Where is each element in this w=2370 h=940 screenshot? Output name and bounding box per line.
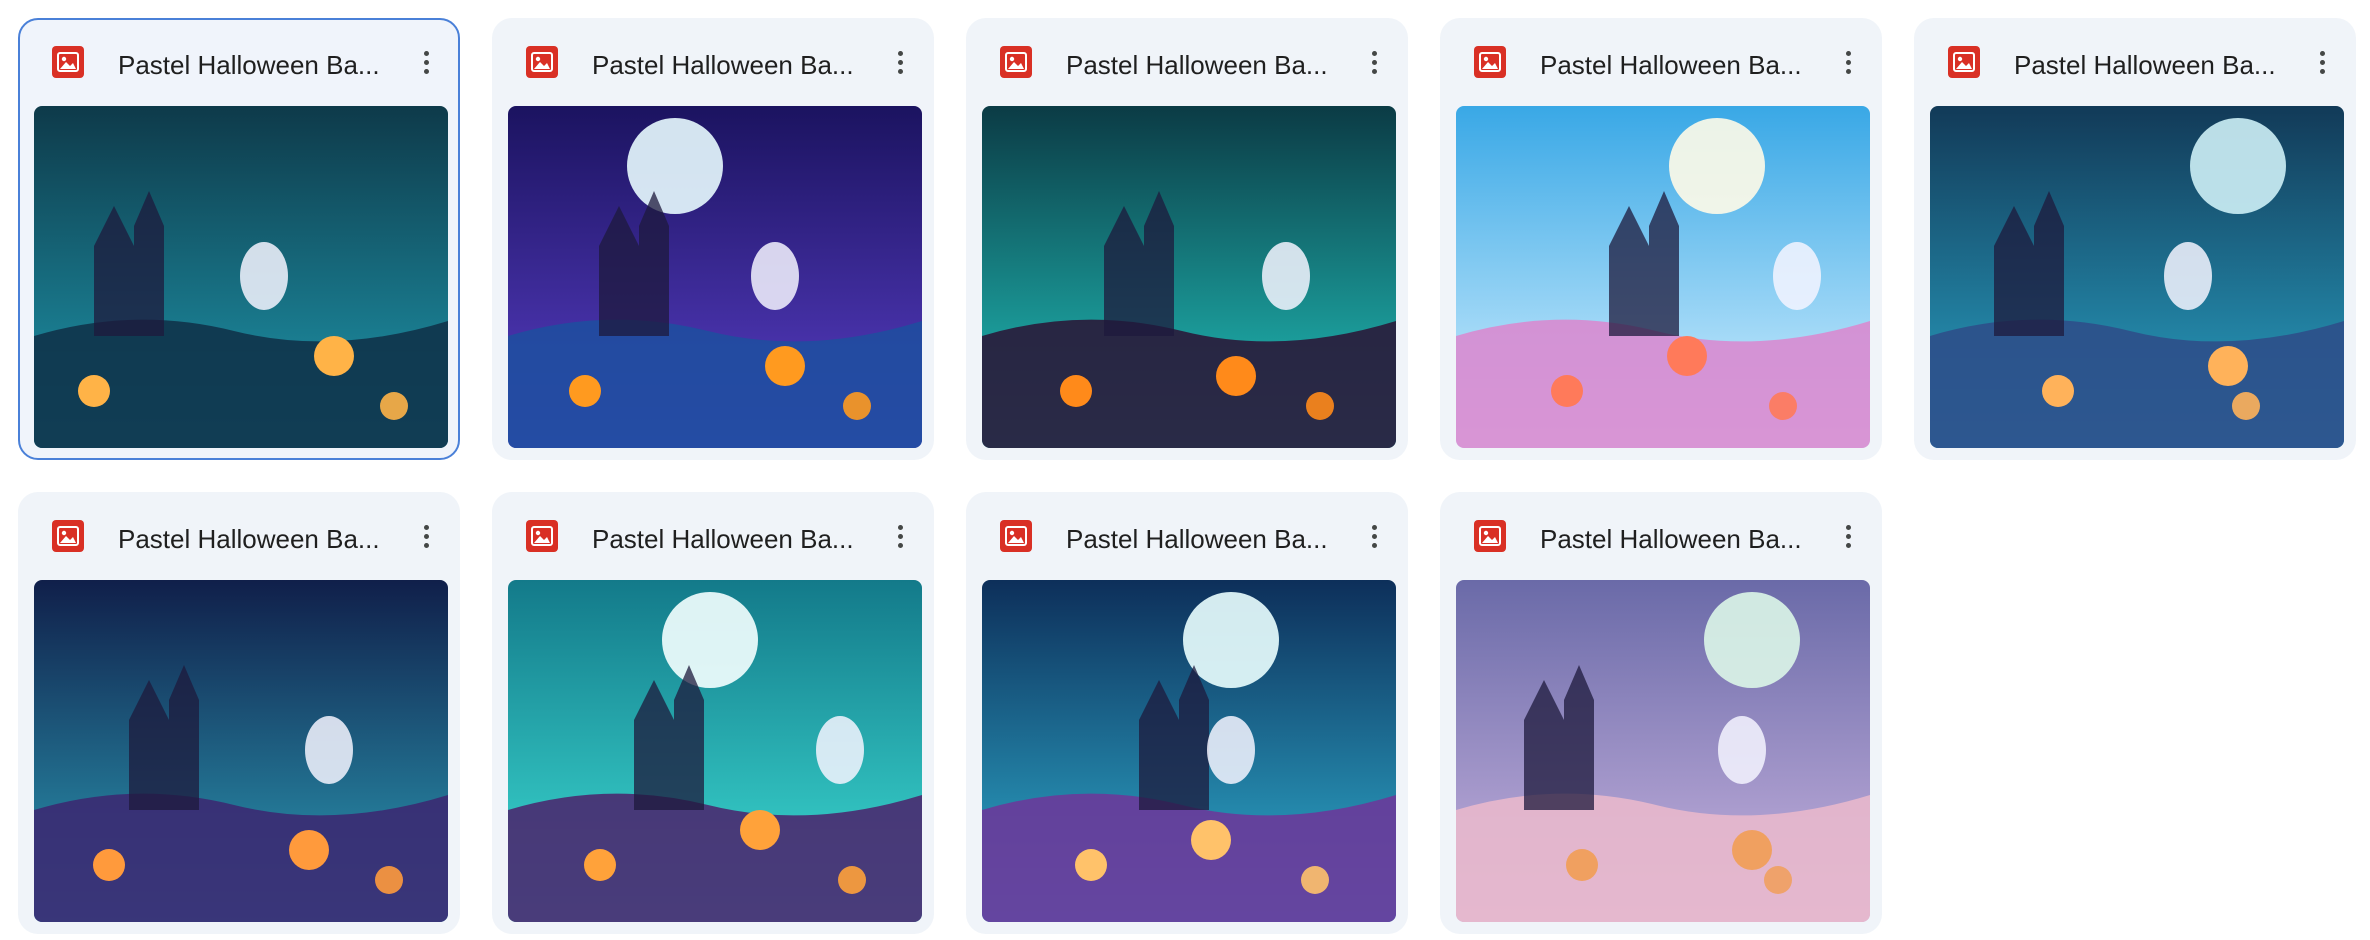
file-card[interactable]: Pastel Halloween Ba... xyxy=(966,492,1408,934)
more-vert-icon[interactable] xyxy=(406,42,446,82)
image-file-icon xyxy=(1000,520,1032,552)
image-file-icon xyxy=(526,520,558,552)
file-thumbnail[interactable] xyxy=(1930,106,2344,448)
image-file-icon xyxy=(1474,46,1506,78)
thumbnail-image xyxy=(1930,106,2344,448)
image-file-icon xyxy=(1000,46,1032,78)
file-card[interactable]: Pastel Halloween Ba... xyxy=(492,492,934,934)
file-title[interactable]: Pastel Halloween Ba... xyxy=(118,522,380,556)
thumbnail-image xyxy=(34,106,448,448)
more-vert-icon[interactable] xyxy=(406,516,446,556)
image-file-icon xyxy=(1948,46,1980,78)
file-thumbnail[interactable] xyxy=(982,580,1396,922)
file-thumbnail[interactable] xyxy=(508,106,922,448)
file-thumbnail[interactable] xyxy=(34,580,448,922)
thumbnail-image xyxy=(982,580,1396,922)
more-vert-icon[interactable] xyxy=(880,516,920,556)
file-card[interactable]: Pastel Halloween Ba... xyxy=(18,18,460,460)
thumbnail-image xyxy=(508,106,922,448)
image-file-icon xyxy=(1474,520,1506,552)
file-title[interactable]: Pastel Halloween Ba... xyxy=(1066,48,1328,82)
file-card[interactable]: Pastel Halloween Ba... xyxy=(1440,492,1882,934)
more-vert-icon[interactable] xyxy=(880,42,920,82)
thumbnail-image xyxy=(34,580,448,922)
file-thumbnail[interactable] xyxy=(1456,106,1870,448)
file-thumbnail[interactable] xyxy=(1456,580,1870,922)
thumbnail-image xyxy=(1456,106,1870,448)
thumbnail-image xyxy=(508,580,922,922)
file-title[interactable]: Pastel Halloween Ba... xyxy=(118,48,380,82)
file-thumbnail[interactable] xyxy=(982,106,1396,448)
file-title[interactable]: Pastel Halloween Ba... xyxy=(1540,48,1802,82)
file-title[interactable]: Pastel Halloween Ba... xyxy=(2014,48,2276,82)
file-title[interactable]: Pastel Halloween Ba... xyxy=(592,522,854,556)
thumbnail-image xyxy=(982,106,1396,448)
more-vert-icon[interactable] xyxy=(1354,516,1394,556)
file-card[interactable]: Pastel Halloween Ba... xyxy=(1914,18,2356,460)
more-vert-icon[interactable] xyxy=(1354,42,1394,82)
thumbnail-image xyxy=(1456,580,1870,922)
file-card[interactable]: Pastel Halloween Ba... xyxy=(492,18,934,460)
file-grid: Pastel Halloween Ba... Pastel Halloween B… xyxy=(0,0,2370,940)
file-thumbnail[interactable] xyxy=(34,106,448,448)
file-thumbnail[interactable] xyxy=(508,580,922,922)
image-file-icon xyxy=(52,46,84,78)
file-title[interactable]: Pastel Halloween Ba... xyxy=(1540,522,1802,556)
file-card[interactable]: Pastel Halloween Ba... xyxy=(1440,18,1882,460)
more-vert-icon[interactable] xyxy=(1828,42,1868,82)
file-title[interactable]: Pastel Halloween Ba... xyxy=(592,48,854,82)
file-card[interactable]: Pastel Halloween Ba... xyxy=(18,492,460,934)
file-title[interactable]: Pastel Halloween Ba... xyxy=(1066,522,1328,556)
image-file-icon xyxy=(526,46,558,78)
more-vert-icon[interactable] xyxy=(1828,516,1868,556)
image-file-icon xyxy=(52,520,84,552)
file-card[interactable]: Pastel Halloween Ba... xyxy=(966,18,1408,460)
more-vert-icon[interactable] xyxy=(2302,42,2342,82)
